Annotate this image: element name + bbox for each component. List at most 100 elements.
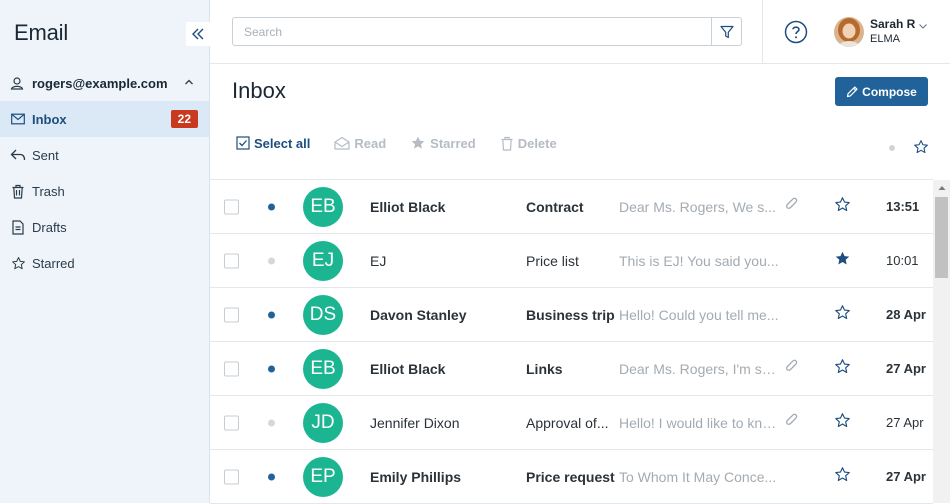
sidebar-item-label: Sent [32,147,59,163]
trash-icon [10,183,26,199]
unread-indicator[interactable] [268,203,275,210]
scrollbar[interactable] [933,180,950,503]
filter-button[interactable] [711,18,741,45]
chevron-down-icon [919,24,928,29]
message-preview: Dear Ms. Rogers, I'm se... [619,360,779,377]
inbox-icon [10,111,26,127]
filter-icon [719,25,734,38]
message-time: 10:01 [886,252,919,268]
star-icon[interactable] [834,466,851,488]
reply-icon [10,147,26,163]
double-chevron-left-icon [192,28,204,40]
star-icon[interactable] [834,196,851,218]
sidebar-item-starred[interactable]: Starred [0,245,209,281]
help-button[interactable] [784,20,808,44]
top-bar: Sarah R ELMA [210,0,950,64]
sender-name: Davon Stanley [370,306,467,323]
user-menu[interactable]: Sarah R ELMA [834,15,928,49]
sender-name: Elliot Black [370,360,446,377]
row-checkbox[interactable] [224,199,239,214]
help-icon [784,20,808,44]
row-checkbox[interactable] [224,415,239,430]
star-icon[interactable] [834,358,851,380]
row-checkbox[interactable] [224,469,239,484]
triangle-up-icon [938,186,945,190]
message-subject: Approval of... [526,414,609,431]
search-box [232,17,742,46]
sender-name: Jennifer Dixon [370,414,460,431]
avatar [834,17,864,47]
user-icon [10,77,24,90]
message-row[interactable]: EB Elliot Black Contract Dear Ms. Rogers, W… [210,180,933,234]
filter-unread-dot[interactable] [889,145,895,151]
unread-indicator[interactable] [268,257,275,264]
select-all-button[interactable]: Select all [236,136,310,151]
filter-starred-button[interactable] [913,139,929,160]
sender-name: EJ [370,252,387,269]
row-checkbox[interactable] [224,307,239,322]
open-envelope-icon [334,136,350,150]
scroll-thumb[interactable] [935,197,948,278]
row-checkbox[interactable] [224,253,239,268]
message-preview: Hello! I would like to kno... [619,414,779,431]
row-checkbox[interactable] [224,361,239,376]
message-time: 28 Apr [886,306,926,322]
sender-avatar: DS [303,294,343,335]
sender-avatar: EP [303,456,343,497]
sidebar-item-label: Drafts [32,219,67,235]
sidebar-item-label: Starred [32,255,75,271]
message-subject: Price list [526,252,579,269]
mark-read-label: Read [354,135,387,151]
unread-indicator[interactable] [268,311,275,318]
checkbox-checked-icon [236,136,250,150]
star-icon[interactable] [834,304,851,326]
list-toolbar: Select all Read Starred Delete [236,133,581,153]
message-row[interactable]: EJ EJ Price list This is EJ! You said you..… [210,234,933,288]
sidebar-item-sent[interactable]: Sent [0,137,209,173]
collapse-sidebar-button[interactable] [186,22,210,46]
unread-indicator[interactable] [268,473,275,480]
message-time: 27 Apr [886,414,924,430]
paperclip-icon [785,196,799,217]
topbar-divider [762,0,763,64]
message-row[interactable]: DS Davon Stanley Business trip Hello! Could… [210,288,933,342]
star-icon[interactable] [834,412,851,434]
delete-button[interactable]: Delete [500,136,557,151]
sender-avatar: EJ [303,240,343,281]
compose-label: Compose [862,84,917,99]
mark-read-button[interactable]: Read [334,136,386,151]
star-filled-icon[interactable] [834,250,851,272]
sidebar-item-drafts[interactable]: Drafts [0,209,209,245]
document-icon [10,219,26,235]
message-row[interactable]: JD Jennifer Dixon Approval of... Hello! I w… [210,396,933,450]
star-icon [914,140,928,154]
unread-count-badge: 22 [170,110,198,128]
app-title: Email [14,20,69,45]
unread-indicator[interactable] [268,419,275,426]
message-subject: Contract [526,198,584,215]
select-all-label: Select all [254,135,311,151]
message-row[interactable]: EB Elliot Black Links Dear Ms. Rogers, I'm … [210,342,933,396]
message-list: EB Elliot Black Contract Dear Ms. Rogers, W… [210,179,933,504]
chevron-up-icon [185,79,193,85]
account-selector[interactable]: rogers@example.com [0,68,209,98]
message-row[interactable]: EP Emily Phillips Price request To Whom It … [210,450,933,504]
star-icon [10,255,26,271]
sidebar-item-label: Trash [32,183,65,199]
sidebar-item-inbox[interactable]: Inbox 22 [0,101,209,137]
account-email: rogers@example.com [32,75,168,91]
sidebar: Email rogers@example.com Inbox 22 Sent T… [0,0,210,503]
search-input[interactable] [233,18,711,45]
paperclip-icon [785,358,799,379]
message-subject: Links [526,360,563,377]
unread-indicator[interactable] [268,365,275,372]
trash-icon [501,136,513,151]
star-filled-icon [411,136,425,149]
sidebar-item-trash[interactable]: Trash [0,173,209,209]
pencil-icon [847,86,858,98]
folder-list: Inbox 22 Sent Trash Drafts Starred [0,101,209,281]
mark-starred-button[interactable]: Starred [410,135,476,151]
scroll-up-button[interactable] [933,180,950,196]
compose-button[interactable]: Compose [835,77,928,106]
message-subject: Price request [526,468,615,485]
